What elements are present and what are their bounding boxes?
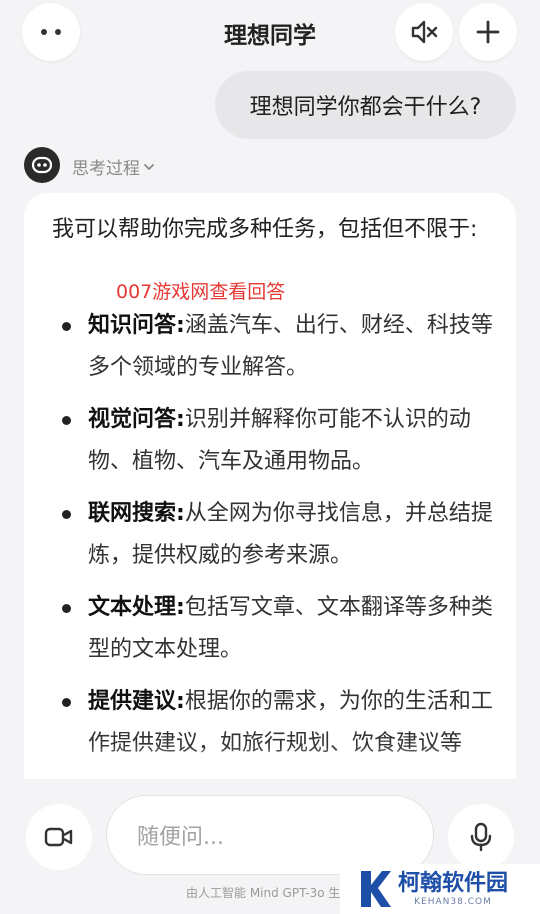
message-input[interactable]: 随便问... [106, 795, 434, 875]
voice-input-button[interactable] [448, 804, 514, 870]
capability-item: 知识问答:涵盖汽车、出行、财经、科技等多个领域的专业解答。 [52, 305, 502, 389]
k-logo-icon [361, 871, 391, 907]
mute-button[interactable] [395, 3, 453, 61]
ai-disclaimer: 由人工智能 Mind GPT-3o 生 [186, 886, 341, 900]
watermark-name: 柯翰软件园 [398, 871, 509, 896]
user-message-bubble: 理想同学你都会干什么? [215, 71, 516, 139]
capability-item: 视觉问答:识别并解释你可能不认识的动物、植物、汽车及通用物品。 [52, 399, 502, 483]
mute-icon [411, 20, 438, 44]
capability-item: 文本处理:包括写文章、文本翻译等多种类型的文本处理。 [52, 587, 502, 671]
overlay-watermark-text: 007游戏网查看回答 [116, 281, 286, 303]
capability-title: 提供建议 [88, 689, 177, 714]
user-message-text: 理想同学你都会干什么? [249, 95, 482, 120]
capability-list: 知识问答:涵盖汽车、出行、财经、科技等多个领域的专业解答。 视觉问答:识别并解释… [52, 305, 502, 775]
assistant-answer-card: 我可以帮助你完成多种任务，包括但不限于: 007游戏网查看回答 知识问答:涵盖汽… [24, 193, 516, 779]
capability-title: 文本处理 [88, 595, 177, 620]
site-watermark: 柯翰软件园 KEHAN38.COM [340, 864, 540, 914]
thinking-toggle[interactable]: 思考过程 [72, 154, 155, 179]
bot-avatar-icon [31, 156, 53, 174]
capability-item: 联网搜索:从全网为你寻找信息，并总结提炼，提供权威的参考来源。 [52, 493, 502, 577]
video-call-button[interactable] [26, 804, 92, 870]
message-input-placeholder: 随便问... [137, 825, 224, 850]
microphone-icon [470, 822, 492, 852]
video-camera-icon [44, 827, 73, 847]
capability-title: 联网搜索 [88, 501, 177, 526]
more-icon [41, 29, 61, 35]
plus-icon [476, 20, 500, 44]
scroll-fade [24, 745, 516, 779]
answer-intro: 我可以帮助你完成多种任务，包括但不限于: [52, 217, 478, 242]
assistant-avatar [24, 147, 60, 183]
capability-title: 知识问答 [88, 313, 177, 338]
capability-title: 视觉问答 [88, 407, 177, 432]
more-button[interactable] [22, 3, 80, 61]
new-chat-button[interactable] [459, 3, 517, 61]
chevron-down-icon [144, 163, 154, 170]
thinking-label: 思考过程 [72, 159, 140, 179]
watermark-url: KEHAN38.COM [414, 897, 492, 907]
